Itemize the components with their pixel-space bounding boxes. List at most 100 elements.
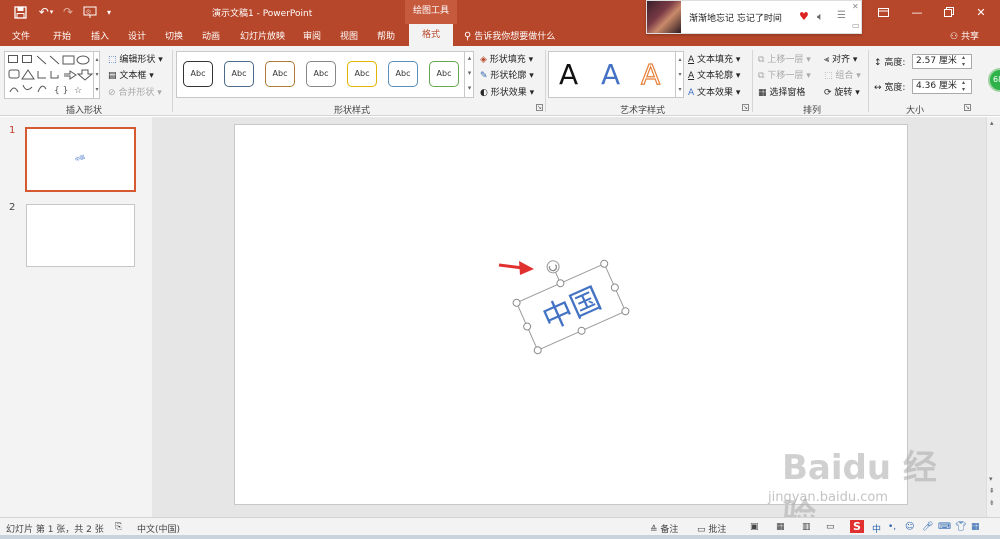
shape-style-swatch[interactable]: Abc <box>388 61 418 87</box>
tab-design[interactable]: 设计 <box>128 29 146 42</box>
scroll-down-icon[interactable]: ▾ <box>989 475 993 483</box>
popup-close-icon[interactable]: ✕ <box>852 2 859 11</box>
resize-handle[interactable] <box>523 322 532 331</box>
shape-styles-launcher-icon[interactable]: ↘ <box>536 104 543 111</box>
slide-sorter-icon[interactable]: ▦ <box>776 522 785 532</box>
ime-mode[interactable]: 中 <box>872 522 881 535</box>
shape-fill-button[interactable]: ◈ 形状填充 ▾ <box>480 52 533 65</box>
playlist-icon[interactable]: ☰ <box>837 10 846 21</box>
microphone-icon[interactable]: 🎤︎ <box>922 522 933 532</box>
spellcheck-icon[interactable]: ⎘ <box>115 522 122 532</box>
resize-handle[interactable] <box>600 259 609 268</box>
reading-view-icon[interactable]: ▥ <box>802 522 811 532</box>
slide-textbox-text[interactable]: 中国 <box>537 281 606 337</box>
basic-shapes-icon[interactable] <box>8 69 98 81</box>
shape-style-swatch[interactable]: Abc <box>347 61 377 87</box>
more-shapes-icon[interactable]: { } ☆ <box>8 83 98 95</box>
language-indicator[interactable]: 中文(中国) <box>137 522 180 535</box>
resize-handle[interactable] <box>621 307 630 316</box>
slide-canvas[interactable]: 中国 <box>234 124 908 505</box>
heart-icon[interactable]: ♥ <box>799 10 809 23</box>
sogou-ime-icon[interactable]: S <box>850 520 864 533</box>
rotate-button[interactable]: ⟳ 旋转 ▾ <box>824 85 860 98</box>
start-presentation-icon[interactable]: ⊙ <box>80 3 100 21</box>
text-effects-button[interactable]: A 文本效果 ▾ <box>688 85 740 98</box>
shape-styles-scroll[interactable]: ▴ ▾ ▾ <box>464 51 474 98</box>
wordart-launcher-icon[interactable]: ↘ <box>742 104 749 111</box>
shapes-gallery-scroll[interactable]: ▴ ▾ ▾ <box>93 52 100 98</box>
vertical-scrollbar[interactable]: ▴ ▾ ⇞ ⇟ <box>986 117 1000 517</box>
textbox-button[interactable]: ▤ 文本框 ▾ <box>108 68 154 81</box>
next-slide-icon[interactable]: ⇟ <box>989 499 995 507</box>
wordart-style-blue[interactable]: A <box>601 60 620 90</box>
emoji-icon[interactable]: ☺ <box>905 522 914 532</box>
shape-style-swatch[interactable]: Abc <box>224 61 254 87</box>
comments-button[interactable]: ▭ 批注 <box>697 522 726 535</box>
keyboard-icon[interactable]: ⌨ <box>938 522 951 532</box>
shape-style-swatch[interactable]: Abc <box>306 61 336 87</box>
height-spinner-icon[interactable]: ▴ ▾ <box>962 54 965 68</box>
undo-icon[interactable]: ↶ ▾ <box>34 3 58 21</box>
shape-style-swatch[interactable]: Abc <box>183 61 213 87</box>
resize-handle[interactable] <box>533 346 542 355</box>
notes-button[interactable]: ≙ 备注 <box>650 522 678 535</box>
align-button[interactable]: ⫷ 对齐 ▾ <box>824 52 857 65</box>
redo-icon[interactable]: ↷ <box>60 3 76 21</box>
popup-minimize-icon[interactable]: ▭ <box>852 21 860 30</box>
normal-view-icon[interactable]: ▣ <box>750 522 759 532</box>
tab-help[interactable]: 帮助 <box>377 29 395 42</box>
tab-file[interactable]: 文件 <box>12 29 30 42</box>
send-backward-button[interactable]: ⧉ 下移一层 ▾ <box>758 68 811 81</box>
share-button[interactable]: ⚇ 共享 <box>950 29 979 42</box>
group-button[interactable]: ⬚ 组合 ▾ <box>824 68 861 81</box>
tab-transitions[interactable]: 切换 <box>165 29 183 42</box>
tab-review[interactable]: 审阅 <box>303 29 321 42</box>
minimize-icon[interactable]: — <box>902 2 932 22</box>
restore-icon[interactable] <box>934 2 964 22</box>
edit-shape-button[interactable]: ⬚ 编辑形状 ▾ <box>108 52 163 65</box>
skin-icon[interactable]: 👕︎ <box>955 522 966 532</box>
width-spinner-icon[interactable]: ▴ ▾ <box>962 79 965 93</box>
textbox-shape-icon[interactable] <box>8 55 18 63</box>
ribbon-display-options-icon[interactable] <box>868 2 898 22</box>
size-launcher-icon[interactable]: ↘ <box>964 104 971 111</box>
resize-handle[interactable] <box>610 283 619 292</box>
resize-handle[interactable] <box>512 298 521 307</box>
resize-handle[interactable] <box>577 326 586 335</box>
slide-thumbnail-2[interactable] <box>26 204 135 267</box>
slideshow-view-icon[interactable]: ▭ <box>826 522 835 532</box>
wordart-style-black[interactable]: A <box>559 60 578 90</box>
punctuation-icon[interactable]: •, <box>888 522 896 532</box>
wordart-style-orange-outline[interactable]: A <box>640 59 660 90</box>
shapes-gallery[interactable]: { } ☆ ▴ ▾ ▾ <box>4 51 100 99</box>
merge-shapes-button[interactable]: ⊘ 合并形状 ▾ <box>108 85 162 98</box>
volume-icon[interactable]: 🔈︎ <box>817 10 824 24</box>
bring-forward-button[interactable]: ⧉ 上移一层 ▾ <box>758 52 811 65</box>
toolbox-icon[interactable]: ▦ <box>971 522 980 532</box>
slide-thumbnail-1[interactable]: 中国 <box>25 127 136 192</box>
shape-effects-button[interactable]: ◐ 形状效果 ▾ <box>480 85 534 98</box>
customize-toolbar-icon[interactable]: ▾ <box>104 3 114 21</box>
wordart-gallery-scroll[interactable]: ▴ ▾ ▾ <box>675 52 684 97</box>
shape-styles-gallery[interactable]: Abc Abc Abc Abc Abc Abc Abc <box>176 51 474 98</box>
close-icon[interactable]: ✕ <box>966 2 996 22</box>
save-icon[interactable] <box>12 3 28 21</box>
line-shapes-icon[interactable] <box>36 55 96 65</box>
tab-slideshow[interactable]: 幻灯片放映 <box>240 29 285 42</box>
previous-slide-icon[interactable]: ⇞ <box>989 487 995 495</box>
shape-style-swatch[interactable]: Abc <box>265 61 295 87</box>
resize-handle[interactable] <box>556 279 565 288</box>
text-fill-button[interactable]: A 文本填充 ▾ <box>688 52 740 65</box>
rotate-handle-icon[interactable] <box>545 259 561 275</box>
text-outline-button[interactable]: A 文本轮廓 ▾ <box>688 68 740 81</box>
tab-format[interactable]: 格式 <box>409 24 453 46</box>
tab-animations[interactable]: 动画 <box>202 29 220 42</box>
selection-pane-button[interactable]: ▦ 选择窗格 <box>758 85 805 98</box>
selected-textbox[interactable]: 中国 <box>504 240 630 355</box>
tell-me-search[interactable]: ⚲ 告诉我你想要做什么 <box>464 29 555 42</box>
tab-insert[interactable]: 插入 <box>91 29 109 42</box>
wordart-gallery[interactable]: A A A ▴ ▾ ▾ <box>548 51 684 98</box>
tab-home[interactable]: 开始 <box>53 29 71 42</box>
shape-style-swatch[interactable]: Abc <box>429 61 459 87</box>
vertical-textbox-shape-icon[interactable] <box>22 55 32 63</box>
